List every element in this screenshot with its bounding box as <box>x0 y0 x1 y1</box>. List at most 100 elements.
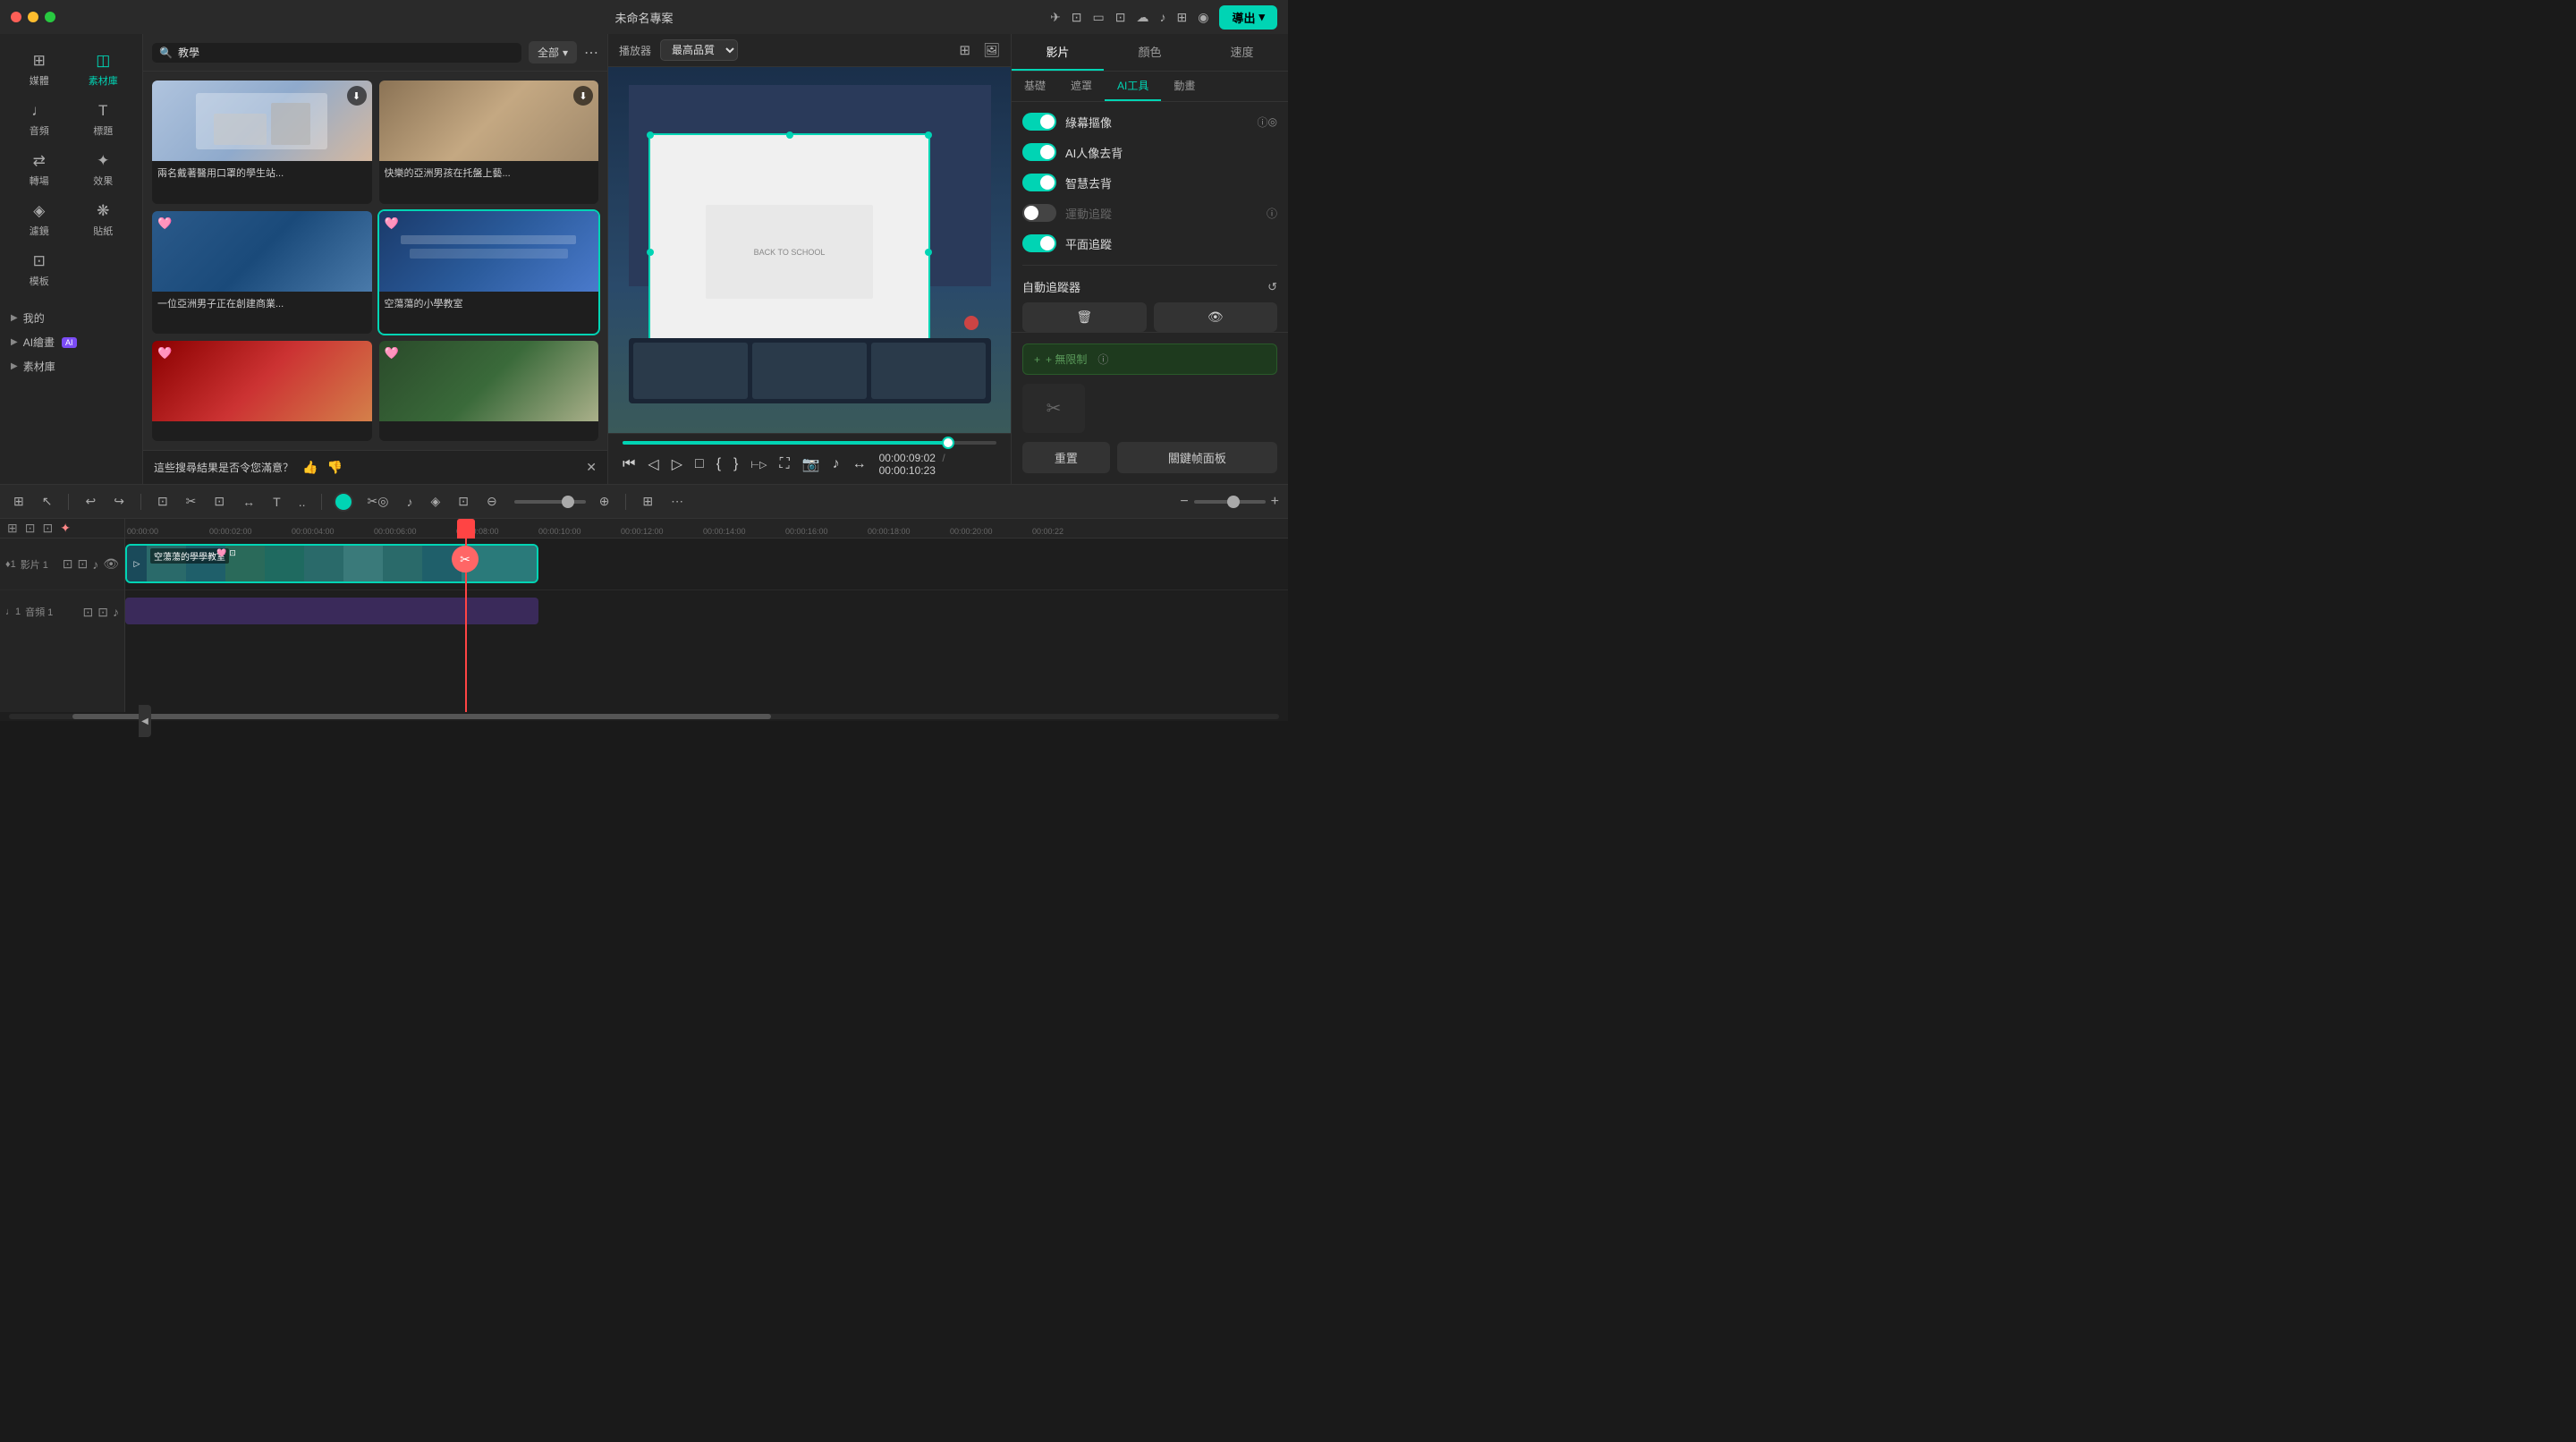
keyframe-button[interactable]: 關鍵帧面板 <box>1117 442 1277 473</box>
monitor-icon[interactable]: ▭ <box>1093 10 1105 25</box>
cloud-icon[interactable]: ☁ <box>1137 10 1149 25</box>
add-video-track-button[interactable]: ⊞ <box>7 521 18 536</box>
sidebar-item-effect[interactable]: ✦ 效果 <box>72 145 136 195</box>
split-button[interactable]: ⊢▷ <box>750 459 767 471</box>
mark-in-button[interactable]: { <box>716 456 721 472</box>
audio-track-mute-button[interactable]: ♪ <box>113 605 119 619</box>
smart-bg-toggle[interactable] <box>1022 174 1056 191</box>
grid-icon[interactable]: ⊞ <box>1177 10 1188 25</box>
tab-speed[interactable]: 速度 <box>1196 34 1288 71</box>
more-options-button[interactable]: ⋯ <box>584 44 598 62</box>
tree-item-library[interactable]: ▶ 素材庫 <box>0 354 142 378</box>
audio-track-add-button[interactable]: ⊡ <box>83 605 94 620</box>
sidebar-item-sticker[interactable]: ❋ 貼紙 <box>72 195 136 245</box>
extend-button[interactable]: ↔ <box>238 492 259 512</box>
grid-layout-button[interactable]: ⊞ <box>638 491 657 512</box>
settings-timeline-button[interactable]: ⋯ <box>666 491 688 512</box>
video-track-add-button[interactable]: ⊡ <box>63 556 73 572</box>
sidebar-item-audio[interactable]: ♩ 音頻 <box>7 95 72 145</box>
green-screen-settings-icon[interactable]: ◎ <box>1268 115 1277 128</box>
more-tools-button[interactable]: .. <box>294 492 310 512</box>
thumbs-down-icon[interactable]: 👎 <box>326 460 342 475</box>
feedback-close-button[interactable]: ✕ <box>586 460 597 475</box>
step-back-button[interactable]: ◁ <box>648 455 658 473</box>
subtab-ai-tools[interactable]: AI工具 <box>1105 72 1161 101</box>
subtab-mask[interactable]: 遮罩 <box>1058 72 1105 101</box>
notification-icon[interactable]: ✈ <box>1050 10 1061 25</box>
zoom-thumb[interactable] <box>1227 496 1240 508</box>
download-icon[interactable]: ⬇ <box>347 86 367 106</box>
snapshot-button[interactable]: 📷 <box>802 455 820 473</box>
video-card[interactable]: 🩷 <box>379 341 599 441</box>
crop-button[interactable]: ⊡ <box>209 491 229 512</box>
delete-tracker-button[interactable]: 🗑 <box>1022 302 1147 332</box>
reset-button[interactable]: 重置 <box>1022 442 1110 473</box>
sidebar-item-transition[interactable]: ⇄ 轉場 <box>7 145 72 195</box>
grid-view-icon[interactable]: ⊞ <box>959 42 970 58</box>
text-button[interactable]: T <box>268 492 285 512</box>
timeline-split-button[interactable]: ⊞ <box>9 491 29 512</box>
video-card[interactable]: ⬇ 快樂的亞洲男孩在托盤上藝... <box>379 81 599 204</box>
video-card[interactable]: 🩷 一位亞洲男子正在創建商業... <box>152 211 372 335</box>
add-button[interactable]: ⊕ <box>595 491 614 512</box>
sidebar-item-library[interactable]: ◫ 素材庫 <box>72 45 136 95</box>
music-button[interactable]: ♪ <box>402 492 417 512</box>
plane-track-toggle[interactable] <box>1022 234 1056 252</box>
close-button[interactable] <box>11 12 21 22</box>
save-icon[interactable]: ⊡ <box>1115 10 1126 25</box>
scrollbar-thumb[interactable] <box>72 714 771 719</box>
progress-thumb[interactable] <box>942 437 954 449</box>
skip-back-button[interactable]: ⏮ <box>623 456 635 472</box>
video-track-export-button[interactable]: ⊡ <box>77 556 88 572</box>
stop-button[interactable]: □ <box>695 456 704 472</box>
image-view-icon[interactable]: 🖼 <box>983 42 1000 58</box>
zoom-out-button[interactable]: − <box>1180 494 1188 510</box>
zoom-slider[interactable] <box>1194 500 1266 504</box>
motion-trace-info-icon[interactable]: ⓘ <box>1267 206 1277 221</box>
redo-button[interactable]: ↪ <box>109 491 129 512</box>
delete-button[interactable]: ⊡ <box>153 491 173 512</box>
link-track-button[interactable]: ⊡ <box>25 521 36 536</box>
more-playback-button[interactable]: ↔ <box>852 456 867 472</box>
filter-button[interactable]: 全部 ▾ <box>529 41 577 64</box>
audio-button[interactable]: ♪ <box>833 456 840 472</box>
scissors-button[interactable]: ✂ <box>452 546 479 573</box>
zoom-in-button[interactable]: + <box>1271 494 1279 510</box>
tab-color[interactable]: 顏色 <box>1104 34 1196 71</box>
video-card[interactable]: ⬇ 兩名戴著醫用口罩的學生站... <box>152 81 372 204</box>
sound-icon[interactable]: ♪ <box>1160 10 1166 24</box>
volume-slider[interactable] <box>514 500 586 504</box>
ai-portrait-toggle[interactable] <box>1022 143 1056 161</box>
export-button[interactable]: 導出 ▾ <box>1219 5 1277 30</box>
unlimited-info-icon[interactable]: ⓘ <box>1097 352 1108 367</box>
undo-button[interactable]: ↩ <box>80 491 100 512</box>
preview-tracker-button[interactable]: 👁 <box>1154 302 1278 332</box>
subtab-animation[interactable]: 動畫 <box>1161 72 1208 101</box>
green-screen-toggle[interactable] <box>1022 113 1056 131</box>
video-track-hide-button[interactable]: 👁 <box>103 556 119 572</box>
play-button[interactable]: ▷ <box>672 455 682 473</box>
fullscreen-icon[interactable]: ⛶ <box>779 456 789 472</box>
tab-video[interactable]: 影片 <box>1012 34 1104 71</box>
settings-icon[interactable]: ⊡ <box>1072 10 1082 25</box>
subtab-basic[interactable]: 基礎 <box>1012 72 1058 101</box>
audio-clip[interactable] <box>125 598 538 624</box>
cut-button[interactable]: ✂ <box>182 491 201 512</box>
ai-track-button[interactable]: ✦ <box>60 521 71 536</box>
effects-timeline-button[interactable]: ◈ <box>426 491 445 512</box>
motion-trace-toggle[interactable] <box>1022 204 1056 222</box>
volume-thumb[interactable] <box>562 496 574 508</box>
sidebar-item-filter[interactable]: ◈ 濾鏡 <box>7 195 72 245</box>
video-track-mute-button[interactable]: ♪ <box>92 557 98 572</box>
collapse-sidebar[interactable]: ◀ <box>139 705 151 737</box>
thumbs-up-icon[interactable]: 👍 <box>302 460 318 475</box>
green-screen-info-icon[interactable]: ⓘ <box>1258 115 1268 130</box>
download-icon[interactable]: ⬇ <box>573 86 593 106</box>
timeline-select-button[interactable]: ↖ <box>38 491 57 512</box>
autocut-button[interactable]: ✂◎ <box>362 491 393 512</box>
video-card[interactable]: 🩷 <box>152 341 372 441</box>
unlimited-button[interactable]: + + 無限制 ⓘ <box>1022 344 1277 375</box>
account-icon[interactable]: ◉ <box>1198 10 1208 25</box>
progress-track[interactable] <box>623 441 996 445</box>
text-timeline-button[interactable]: ⊡ <box>453 491 473 512</box>
